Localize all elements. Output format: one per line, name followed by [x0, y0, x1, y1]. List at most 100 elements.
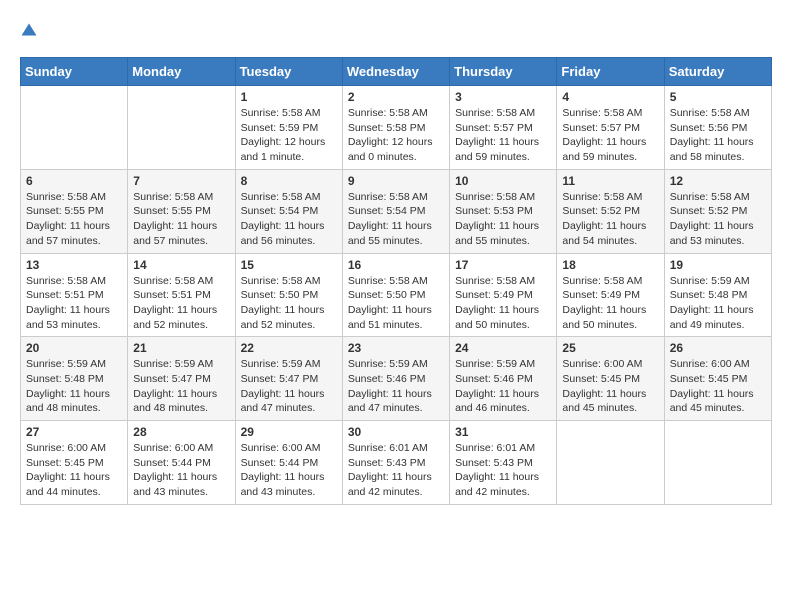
calendar-cell: 25 Sunrise: 6:00 AM Sunset: 5:45 PM Dayli…: [557, 337, 664, 421]
cell-content: Sunrise: 5:59 AM Sunset: 5:46 PM Dayligh…: [348, 357, 444, 416]
calendar-cell: 3 Sunrise: 5:58 AM Sunset: 5:57 PM Daylig…: [450, 86, 557, 170]
day-number: 24: [455, 341, 551, 355]
day-number: 19: [670, 258, 766, 272]
day-number: 7: [133, 174, 229, 188]
cell-content: Sunrise: 5:59 AM Sunset: 5:48 PM Dayligh…: [670, 274, 766, 333]
cell-content: Sunrise: 5:58 AM Sunset: 5:57 PM Dayligh…: [455, 106, 551, 165]
calendar-cell: 13Sunrise: 5:58 AM Sunset: 5:51 PM Dayli…: [21, 253, 128, 337]
cell-content: Sunrise: 5:58 AM Sunset: 5:49 PM Dayligh…: [562, 274, 658, 333]
weekday-header-saturday: Saturday: [664, 58, 771, 86]
cell-content: Sunrise: 5:58 AM Sunset: 5:57 PM Dayligh…: [562, 106, 658, 165]
calendar-cell: 19 Sunrise: 5:59 AM Sunset: 5:48 PM Dayli…: [664, 253, 771, 337]
calendar-week-row: 20 Sunrise: 5:59 AM Sunset: 5:48 PM Dayli…: [21, 337, 772, 421]
calendar-cell: 23 Sunrise: 5:59 AM Sunset: 5:46 PM Dayli…: [342, 337, 449, 421]
day-number: 23: [348, 341, 444, 355]
day-number: 15: [241, 258, 337, 272]
calendar-cell: 6Sunrise: 5:58 AM Sunset: 5:55 PM Daylig…: [21, 169, 128, 253]
cell-content: Sunrise: 6:00 AM Sunset: 5:45 PM Dayligh…: [670, 357, 766, 416]
calendar-cell: 26 Sunrise: 6:00 AM Sunset: 5:45 PM Dayli…: [664, 337, 771, 421]
weekday-header-tuesday: Tuesday: [235, 58, 342, 86]
calendar-cell: 29 Sunrise: 6:00 AM Sunset: 5:44 PM Dayli…: [235, 421, 342, 505]
cell-content: Sunrise: 6:00 AM Sunset: 5:44 PM Dayligh…: [241, 441, 337, 500]
calendar-cell: 17 Sunrise: 5:58 AM Sunset: 5:49 PM Dayli…: [450, 253, 557, 337]
cell-content: Sunrise: 5:58 AM Sunset: 5:59 PM Dayligh…: [241, 106, 337, 165]
day-number: 29: [241, 425, 337, 439]
calendar-cell: 12 Sunrise: 5:58 AM Sunset: 5:52 PM Dayli…: [664, 169, 771, 253]
logo: [20, 20, 42, 41]
day-number: 2: [348, 90, 444, 104]
cell-content: Sunrise: 5:58 AM Sunset: 5:56 PM Dayligh…: [670, 106, 766, 165]
day-number: 3: [455, 90, 551, 104]
day-number: 6: [26, 174, 122, 188]
page-header: [20, 20, 772, 41]
day-number: 26: [670, 341, 766, 355]
cell-content: Sunrise: 5:58 AM Sunset: 5:54 PM Dayligh…: [241, 190, 337, 249]
calendar-cell: 20 Sunrise: 5:59 AM Sunset: 5:48 PM Dayli…: [21, 337, 128, 421]
cell-content: Sunrise: 6:00 AM Sunset: 5:44 PM Dayligh…: [133, 441, 229, 500]
calendar-cell: 2 Sunrise: 5:58 AM Sunset: 5:58 PM Daylig…: [342, 86, 449, 170]
calendar-cell: 21 Sunrise: 5:59 AM Sunset: 5:47 PM Dayli…: [128, 337, 235, 421]
cell-content: Sunrise: 5:58 AM Sunset: 5:49 PM Dayligh…: [455, 274, 551, 333]
calendar-cell: 8 Sunrise: 5:58 AM Sunset: 5:54 PM Daylig…: [235, 169, 342, 253]
calendar-table: SundayMondayTuesdayWednesdayThursdayFrid…: [20, 57, 772, 505]
calendar-cell: 31Sunrise: 6:01 AM Sunset: 5:43 PM Dayli…: [450, 421, 557, 505]
cell-content: Sunrise: 5:59 AM Sunset: 5:46 PM Dayligh…: [455, 357, 551, 416]
calendar-cell: 5 Sunrise: 5:58 AM Sunset: 5:56 PM Daylig…: [664, 86, 771, 170]
cell-content: Sunrise: 5:58 AM Sunset: 5:50 PM Dayligh…: [348, 274, 444, 333]
cell-content: Sunrise: 5:58 AM Sunset: 5:55 PM Dayligh…: [133, 190, 229, 249]
weekday-header-monday: Monday: [128, 58, 235, 86]
calendar-cell: 30 Sunrise: 6:01 AM Sunset: 5:43 PM Dayli…: [342, 421, 449, 505]
calendar-cell: 4 Sunrise: 5:58 AM Sunset: 5:57 PM Daylig…: [557, 86, 664, 170]
day-number: 11: [562, 174, 658, 188]
cell-content: Sunrise: 6:01 AM Sunset: 5:43 PM Dayligh…: [348, 441, 444, 500]
calendar-cell: 11 Sunrise: 5:58 AM Sunset: 5:52 PM Dayli…: [557, 169, 664, 253]
calendar-cell: 7 Sunrise: 5:58 AM Sunset: 5:55 PM Daylig…: [128, 169, 235, 253]
calendar-cell: 15Sunrise: 5:58 AM Sunset: 5:50 PM Dayli…: [235, 253, 342, 337]
day-number: 28: [133, 425, 229, 439]
day-number: 10: [455, 174, 551, 188]
day-number: 13: [26, 258, 122, 272]
calendar-cell: [21, 86, 128, 170]
cell-content: Sunrise: 5:59 AM Sunset: 5:47 PM Dayligh…: [133, 357, 229, 416]
cell-content: Sunrise: 5:58 AM Sunset: 5:52 PM Dayligh…: [562, 190, 658, 249]
day-number: 14: [133, 258, 229, 272]
day-number: 18: [562, 258, 658, 272]
calendar-week-row: 1 Sunrise: 5:58 AM Sunset: 5:59 PM Daylig…: [21, 86, 772, 170]
day-number: 30: [348, 425, 444, 439]
cell-content: Sunrise: 5:58 AM Sunset: 5:54 PM Dayligh…: [348, 190, 444, 249]
day-number: 1: [241, 90, 337, 104]
calendar-week-row: 6 Sunrise: 5:58 AM Sunset: 5:55 PM Daylig…: [21, 169, 772, 253]
day-number: 17: [455, 258, 551, 272]
cell-content: Sunrise: 6:00 AM Sunset: 5:45 PM Dayligh…: [562, 357, 658, 416]
day-number: 4: [562, 90, 658, 104]
calendar-cell: 14 Sunrise: 5:58 AM Sunset: 5:51 PM Dayli…: [128, 253, 235, 337]
weekday-header-sunday: Sunday: [21, 58, 128, 86]
calendar-week-row: 13 Sunrise: 5:58 AM Sunset: 5:51 PM Dayli…: [21, 253, 772, 337]
weekday-header-wednesday: Wednesday: [342, 58, 449, 86]
calendar-cell: 10 Sunrise: 5:58 AM Sunset: 5:53 PM Dayli…: [450, 169, 557, 253]
cell-content: Sunrise: 6:00 AM Sunset: 5:45 PM Dayligh…: [26, 441, 122, 500]
day-number: 9: [348, 174, 444, 188]
day-number: 20: [26, 341, 122, 355]
day-number: 5: [670, 90, 766, 104]
cell-content: Sunrise: 5:58 AM Sunset: 5:51 PM Dayligh…: [133, 274, 229, 333]
day-number: 8: [241, 174, 337, 188]
cell-content: Sunrise: 5:59 AM Sunset: 5:47 PM Dayligh…: [241, 357, 337, 416]
cell-content: Sunrise: 5:58 AM Sunset: 5:52 PM Dayligh…: [670, 190, 766, 249]
calendar-cell: 18 Sunrise: 5:58 AM Sunset: 5:49 PM Dayli…: [557, 253, 664, 337]
day-number: 12: [670, 174, 766, 188]
day-number: 21: [133, 341, 229, 355]
cell-content: Sunrise: 5:58 AM Sunset: 5:53 PM Dayligh…: [455, 190, 551, 249]
day-number: 22: [241, 341, 337, 355]
cell-content: Sunrise: 5:59 AM Sunset: 5:48 PM Dayligh…: [26, 357, 122, 416]
calendar-cell: [664, 421, 771, 505]
cell-content: Sunrise: 5:58 AM Sunset: 5:58 PM Dayligh…: [348, 106, 444, 165]
logo-icon: [20, 22, 38, 40]
day-number: 25: [562, 341, 658, 355]
day-number: 31: [455, 425, 551, 439]
weekday-header-friday: Friday: [557, 58, 664, 86]
calendar-cell: 22 Sunrise: 5:59 AM Sunset: 5:47 PM Dayli…: [235, 337, 342, 421]
calendar-cell: 24 Sunrise: 5:59 AM Sunset: 5:46 PM Dayli…: [450, 337, 557, 421]
day-number: 27: [26, 425, 122, 439]
calendar-week-row: 27 Sunrise: 6:00 AM Sunset: 5:45 PM Dayli…: [21, 421, 772, 505]
